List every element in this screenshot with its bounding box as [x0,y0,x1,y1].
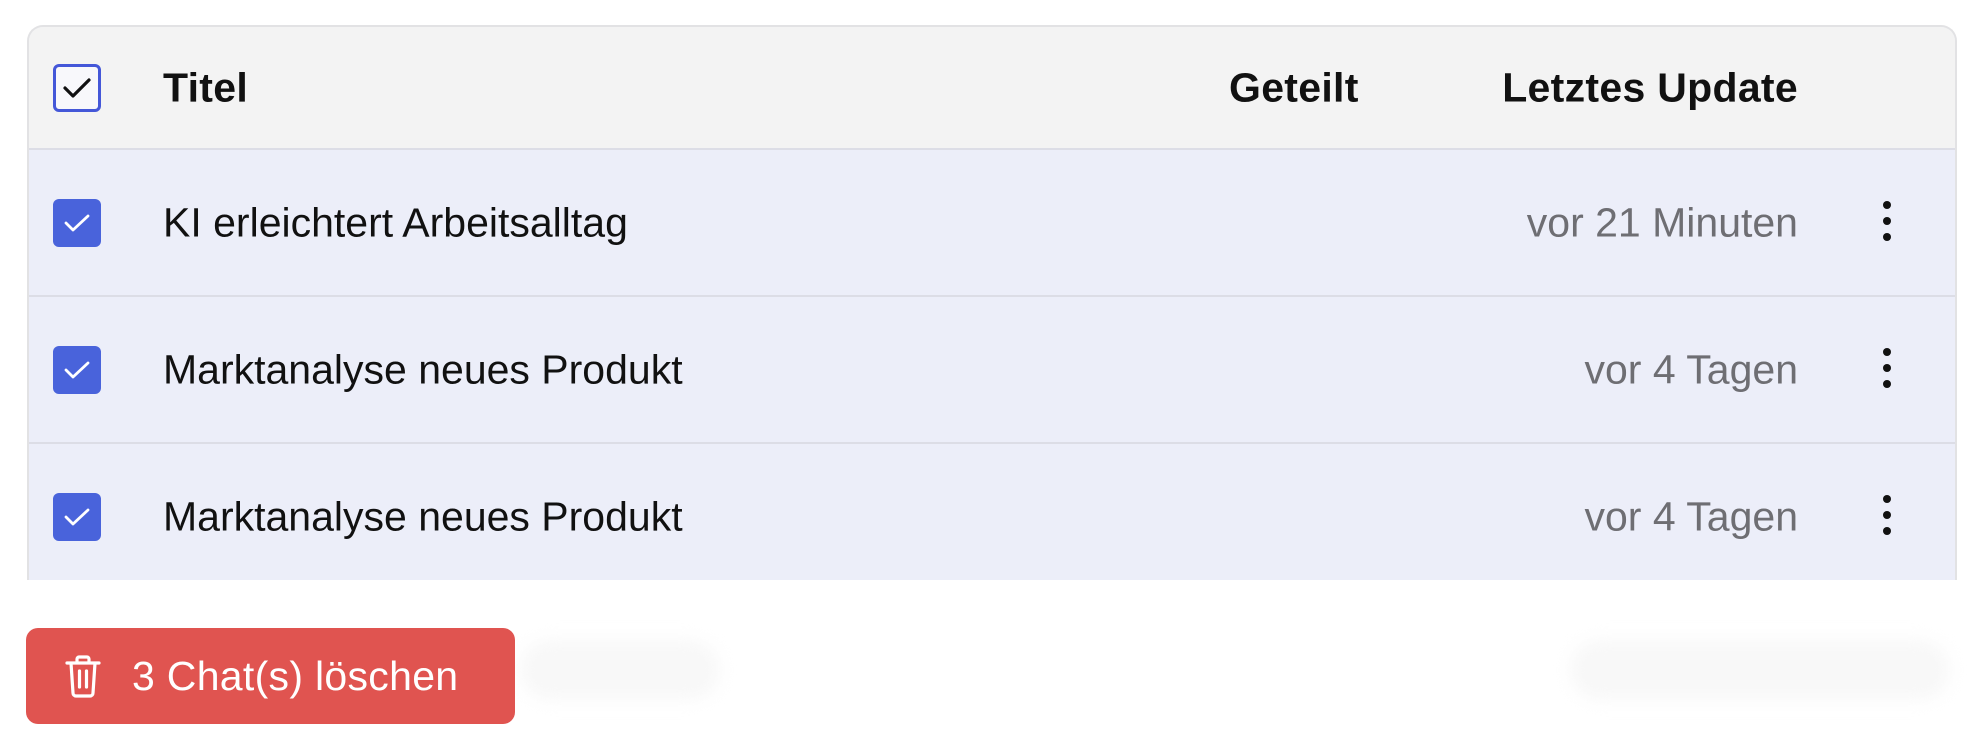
row-title[interactable]: Marktanalyse neues Produkt [163,493,683,540]
row-checkbox-box[interactable] [53,345,101,394]
checkmark-icon [64,361,90,378]
column-header-updated[interactable]: Letztes Update [1502,64,1798,111]
row-title[interactable]: Marktanalyse neues Produkt [163,346,683,393]
row-title[interactable]: KI erleichtert Arbeitsalltag [163,199,628,246]
checkmark-icon [64,508,90,525]
pagination-placeholder [1570,640,1950,700]
row-updated: vor 21 Minuten [1526,199,1798,245]
checkmark-icon [64,214,90,231]
row-checkbox[interactable] [53,492,101,541]
table-row[interactable]: Marktanalyse neues Produkt vor 4 Tagen [29,297,1955,444]
pagination-placeholder [520,640,720,700]
table-header: Titel Geteilt Letztes Update [29,27,1955,150]
delete-chats-button[interactable]: 3 Chat(s) löschen [26,628,515,724]
row-updated: vor 4 Tagen [1584,493,1798,539]
chat-table: Titel Geteilt Letztes Update KI erleicht… [27,25,1957,580]
row-checkbox-box[interactable] [53,492,101,541]
row-checkbox-box[interactable] [53,198,101,247]
row-checkbox[interactable] [53,198,101,247]
row-updated: vor 4 Tagen [1584,346,1798,392]
select-all-checkbox[interactable] [53,63,101,112]
table-row[interactable]: Marktanalyse neues Produkt vor 4 Tagen [29,444,1955,580]
more-vertical-icon[interactable] [1879,347,1895,392]
column-header-title[interactable]: Titel [163,64,248,111]
column-header-shared[interactable]: Geteilt [1229,64,1359,111]
checkmark-icon [63,77,91,98]
more-vertical-icon[interactable] [1879,494,1895,539]
delete-chats-label: 3 Chat(s) löschen [132,652,459,699]
trash-icon [65,655,101,698]
row-checkbox[interactable] [53,345,101,394]
select-all-box[interactable] [53,63,101,112]
more-vertical-icon[interactable] [1879,200,1895,245]
table-row[interactable]: KI erleichtert Arbeitsalltag vor 21 Minu… [29,150,1955,297]
